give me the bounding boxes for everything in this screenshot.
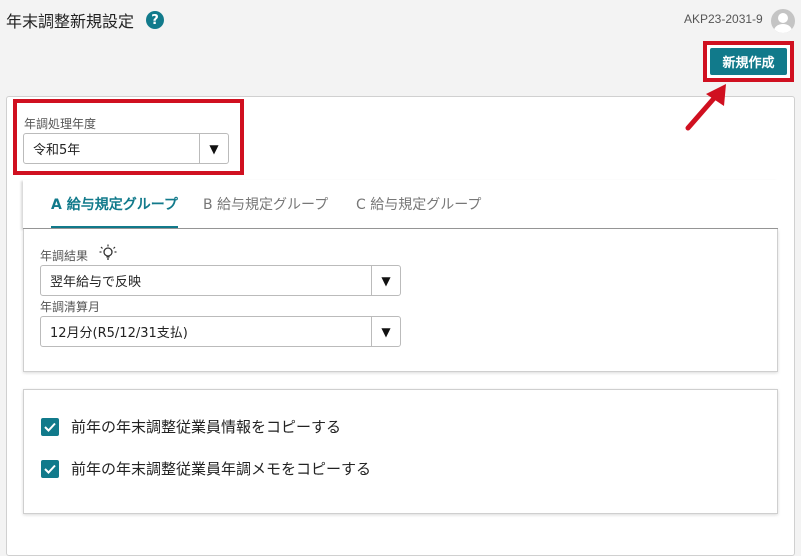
copy-options-card: 前年の年末調整従業員情報をコピーする 前年の年末調整従業員年調メモをコピーする: [23, 389, 778, 514]
tab-bar: A 給与規定グループ B 給与規定グループ C 給与規定グループ: [23, 180, 778, 229]
result-label: 年調結果: [40, 249, 89, 263]
avatar-shoulders: [774, 24, 792, 33]
copy-employee-memo-option[interactable]: 前年の年末調整従業員年調メモをコピーする: [41, 458, 371, 479]
company-code: AKP23-2031-9: [684, 12, 763, 26]
month-select-dropdown-icon[interactable]: ▼: [371, 317, 400, 346]
result-select-dropdown-icon[interactable]: ▼: [371, 266, 400, 295]
checkbox-checked-icon[interactable]: [41, 417, 59, 436]
checkbox-checked-icon[interactable]: [41, 459, 59, 478]
copy-employee-info-option[interactable]: 前年の年末調整従業員情報をコピーする: [41, 416, 341, 437]
help-icon[interactable]: ?: [146, 11, 164, 29]
year-select-value: 令和5年: [33, 143, 81, 158]
tab-group-a[interactable]: A 給与規定グループ: [51, 180, 178, 228]
month-label: 年調清算月: [40, 300, 101, 314]
new-create-button[interactable]: 新規作成: [710, 48, 787, 75]
result-select[interactable]: 翌年給与で反映 ▼: [40, 265, 401, 296]
month-select-value: 12月分(R5/12/31支払): [50, 326, 188, 341]
year-label: 年調処理年度: [24, 117, 97, 131]
user-avatar-icon[interactable]: [771, 9, 795, 33]
result-select-value: 翌年給与で反映: [50, 275, 142, 290]
year-select[interactable]: 令和5年 ▼: [23, 133, 229, 164]
tab-group-c[interactable]: C 給与規定グループ: [356, 180, 481, 228]
new-button-highlight-frame: 新規作成: [703, 41, 794, 82]
copy-employee-info-label: 前年の年末調整従業員情報をコピーする: [71, 418, 342, 436]
copy-employee-memo-label: 前年の年末調整従業員年調メモをコピーする: [71, 460, 372, 478]
lightbulb-icon[interactable]: [99, 244, 117, 262]
month-select[interactable]: 12月分(R5/12/31支払) ▼: [40, 316, 401, 347]
page-title: 年末調整新規設定: [6, 12, 135, 31]
avatar-head: [778, 13, 788, 23]
year-select-dropdown-icon[interactable]: ▼: [199, 134, 228, 163]
tab-group-b[interactable]: B 給与規定グループ: [203, 180, 328, 228]
settings-card: [23, 229, 778, 372]
annotation-arrow-icon: [685, 84, 726, 131]
